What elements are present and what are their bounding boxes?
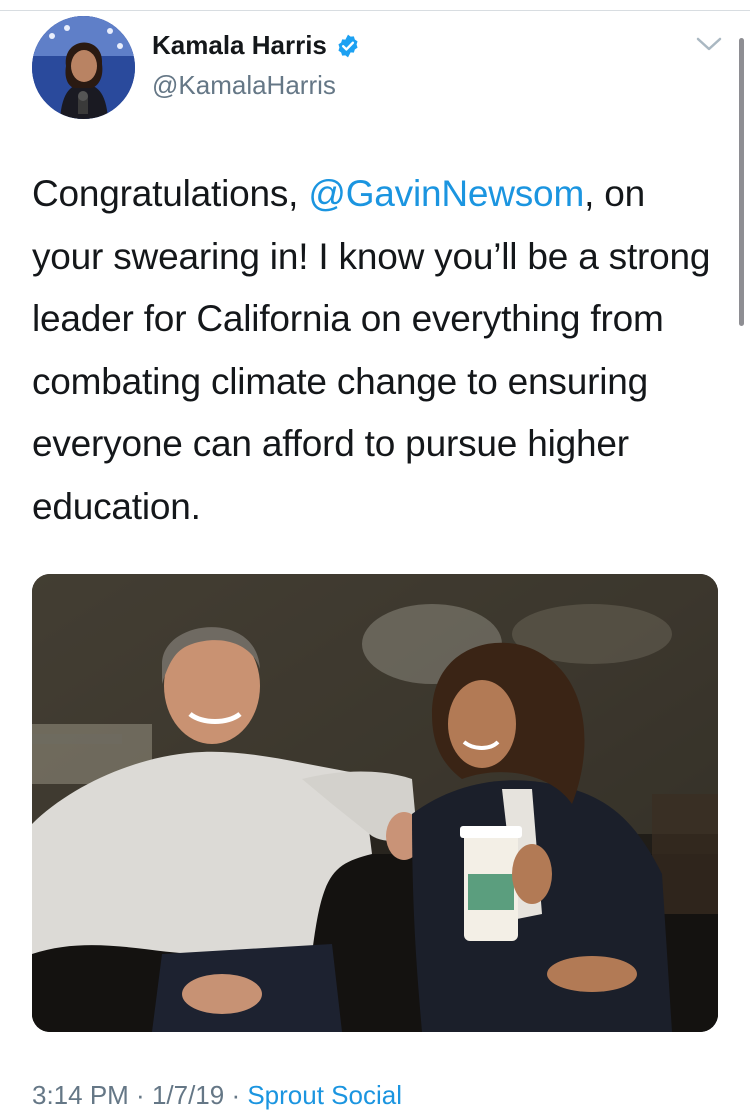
mention-link[interactable]: @GavinNewsom	[308, 173, 584, 214]
tweet-photo[interactable]	[32, 574, 718, 1032]
chevron-down-icon[interactable]	[694, 32, 724, 56]
meta-separator: ·	[128, 1080, 152, 1110]
author-display-name[interactable]: Kamala Harris	[152, 30, 327, 61]
avatar[interactable]	[32, 16, 135, 119]
top-divider	[0, 0, 750, 11]
tweet-text-part: , on your swearing in! I know you’ll be …	[32, 173, 711, 527]
verified-badge-icon	[335, 33, 361, 59]
tweet-source-link[interactable]: Sprout Social	[247, 1080, 402, 1110]
author-handle[interactable]: @KamalaHarris	[152, 70, 336, 101]
tweet-meta: 3:14 PM · 1/7/19 · Sprout Social	[32, 1080, 402, 1111]
scrollbar[interactable]	[739, 38, 744, 326]
tweet-date[interactable]: 1/7/19	[152, 1080, 224, 1110]
tweet-time[interactable]: 3:14 PM	[32, 1080, 129, 1110]
meta-separator: ·	[224, 1080, 248, 1110]
tweet-text: Congratulations, @GavinNewsom, on your s…	[32, 163, 712, 538]
tweet-text-part: Congratulations,	[32, 173, 309, 214]
